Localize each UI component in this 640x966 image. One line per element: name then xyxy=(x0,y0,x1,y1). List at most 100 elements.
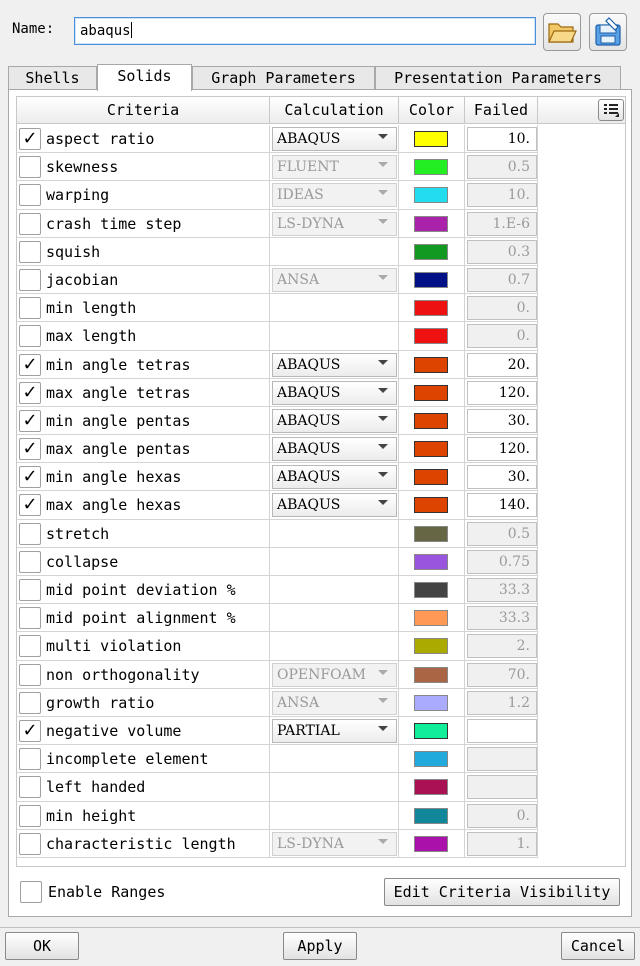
color-swatch[interactable] xyxy=(414,215,448,232)
apply-button[interactable]: Apply xyxy=(283,932,357,960)
color-swatch[interactable] xyxy=(414,835,448,852)
tab-graph-parameters[interactable]: Graph Parameters xyxy=(192,66,375,90)
criteria-checkbox[interactable] xyxy=(19,184,41,207)
calculation-dropdown[interactable]: ABAQUS xyxy=(272,437,397,462)
criteria-label: aspect ratio xyxy=(46,130,155,148)
criteria-checkbox[interactable]: ✓ xyxy=(19,409,41,432)
color-swatch[interactable] xyxy=(414,694,448,711)
failed-threshold-input[interactable]: 30. xyxy=(467,408,537,433)
color-swatch[interactable] xyxy=(414,807,448,824)
failed-threshold-input[interactable] xyxy=(467,718,537,743)
calculation-cell xyxy=(270,547,399,576)
color-swatch[interactable] xyxy=(414,582,448,598)
header-failed[interactable]: Failed xyxy=(465,97,538,124)
edit-criteria-visibility-button[interactable]: Edit Criteria Visibility xyxy=(384,878,620,906)
calculation-dropdown[interactable]: ABAQUS xyxy=(272,352,397,377)
failed-threshold-input: 0.5 xyxy=(467,521,537,546)
color-swatch[interactable] xyxy=(414,469,448,486)
color-swatch[interactable] xyxy=(414,187,448,204)
color-cell xyxy=(399,265,465,295)
color-swatch[interactable] xyxy=(414,412,448,429)
criteria-checkbox[interactable] xyxy=(19,804,41,827)
color-swatch[interactable] xyxy=(414,131,448,147)
criteria-checkbox[interactable]: ✓ xyxy=(19,128,41,150)
color-swatch[interactable] xyxy=(414,525,448,542)
color-swatch[interactable] xyxy=(414,441,448,458)
criteria-checkbox[interactable] xyxy=(19,550,41,573)
calculation-dropdown[interactable]: PARTIAL xyxy=(272,718,397,743)
ok-button[interactable]: OK xyxy=(5,932,79,960)
tab-shells[interactable]: Shells xyxy=(8,66,97,90)
criteria-checkbox[interactable]: ✓ xyxy=(19,466,41,489)
color-cell xyxy=(399,716,465,746)
criteria-checkbox[interactable] xyxy=(19,156,41,179)
criteria-checkbox[interactable]: ✓ xyxy=(19,381,41,404)
color-swatch[interactable] xyxy=(414,328,448,345)
color-cell xyxy=(399,350,465,379)
tab-presentation-parameters[interactable]: Presentation Parameters xyxy=(375,66,621,90)
calculation-dropdown[interactable]: ABAQUS xyxy=(272,408,397,433)
color-swatch[interactable] xyxy=(414,666,448,683)
color-swatch[interactable] xyxy=(414,610,448,627)
color-swatch[interactable] xyxy=(414,159,448,176)
name-input[interactable]: abaqus xyxy=(74,17,536,45)
criteria-checkbox[interactable] xyxy=(19,268,41,291)
color-swatch[interactable] xyxy=(414,356,448,373)
column-menu-button[interactable] xyxy=(598,99,624,121)
failed-cell: 2. xyxy=(465,632,538,661)
criteria-checkbox[interactable]: ✓ xyxy=(19,438,41,461)
open-folder-button[interactable] xyxy=(543,13,581,51)
criteria-checkbox[interactable] xyxy=(19,607,41,630)
criteria-checkbox[interactable] xyxy=(19,579,41,601)
save-button[interactable] xyxy=(589,13,627,51)
criteria-checkbox[interactable] xyxy=(19,325,41,348)
failed-cell: 0. xyxy=(465,294,538,323)
color-swatch[interactable] xyxy=(414,384,448,401)
failed-threshold-input[interactable]: 120. xyxy=(467,380,537,405)
tab-solids[interactable]: Solids xyxy=(97,64,192,91)
header-criteria[interactable]: Criteria xyxy=(17,97,270,124)
color-swatch[interactable] xyxy=(414,553,448,570)
color-swatch[interactable] xyxy=(414,497,448,514)
criteria-checkbox[interactable] xyxy=(19,212,41,235)
calculation-value: LS-DYNA xyxy=(277,835,344,852)
calculation-dropdown[interactable]: ABAQUS xyxy=(272,380,397,405)
failed-threshold-input[interactable]: 140. xyxy=(467,493,537,518)
color-swatch[interactable] xyxy=(414,243,448,260)
failed-threshold-input[interactable]: 120. xyxy=(467,437,537,462)
header-color[interactable]: Color xyxy=(399,97,465,124)
calculation-cell: ABAQUS xyxy=(270,491,399,520)
color-swatch[interactable] xyxy=(414,638,448,655)
criteria-checkbox[interactable]: ✓ xyxy=(19,353,41,376)
color-swatch[interactable] xyxy=(414,271,448,288)
calculation-dropdown[interactable]: ABAQUS xyxy=(272,465,397,490)
color-cell xyxy=(399,688,465,717)
calculation-dropdown[interactable]: ABAQUS xyxy=(272,127,397,151)
criteria-cell: crash time step xyxy=(17,209,270,238)
color-swatch[interactable] xyxy=(414,751,448,768)
criteria-checkbox[interactable] xyxy=(19,776,41,799)
criteria-checkbox[interactable]: ✓ xyxy=(19,494,41,517)
criteria-checkbox[interactable] xyxy=(19,240,41,263)
criteria-checkbox[interactable]: ✓ xyxy=(19,719,41,742)
header-calculation[interactable]: Calculation xyxy=(270,97,399,124)
criteria-checkbox[interactable] xyxy=(19,663,41,686)
color-cell xyxy=(399,660,465,689)
failed-threshold-input[interactable]: 20. xyxy=(467,352,537,377)
failed-threshold-input[interactable]: 10. xyxy=(467,127,537,151)
cancel-button[interactable]: Cancel xyxy=(561,932,635,960)
color-swatch[interactable] xyxy=(414,300,448,317)
criteria-checkbox[interactable] xyxy=(19,297,41,320)
color-swatch[interactable] xyxy=(414,779,448,796)
enable-ranges-checkbox[interactable] xyxy=(20,881,42,903)
criteria-label: jacobian xyxy=(46,270,119,289)
failed-threshold-input[interactable]: 30. xyxy=(467,465,537,490)
criteria-checkbox[interactable] xyxy=(19,522,41,545)
criteria-checkbox[interactable] xyxy=(19,691,41,714)
color-swatch[interactable] xyxy=(414,722,448,739)
criteria-checkbox[interactable] xyxy=(19,635,41,658)
criteria-label: collapse xyxy=(46,552,119,571)
calculation-dropdown[interactable]: ABAQUS xyxy=(272,493,397,518)
criteria-checkbox[interactable] xyxy=(19,832,41,855)
criteria-checkbox[interactable] xyxy=(19,748,41,771)
